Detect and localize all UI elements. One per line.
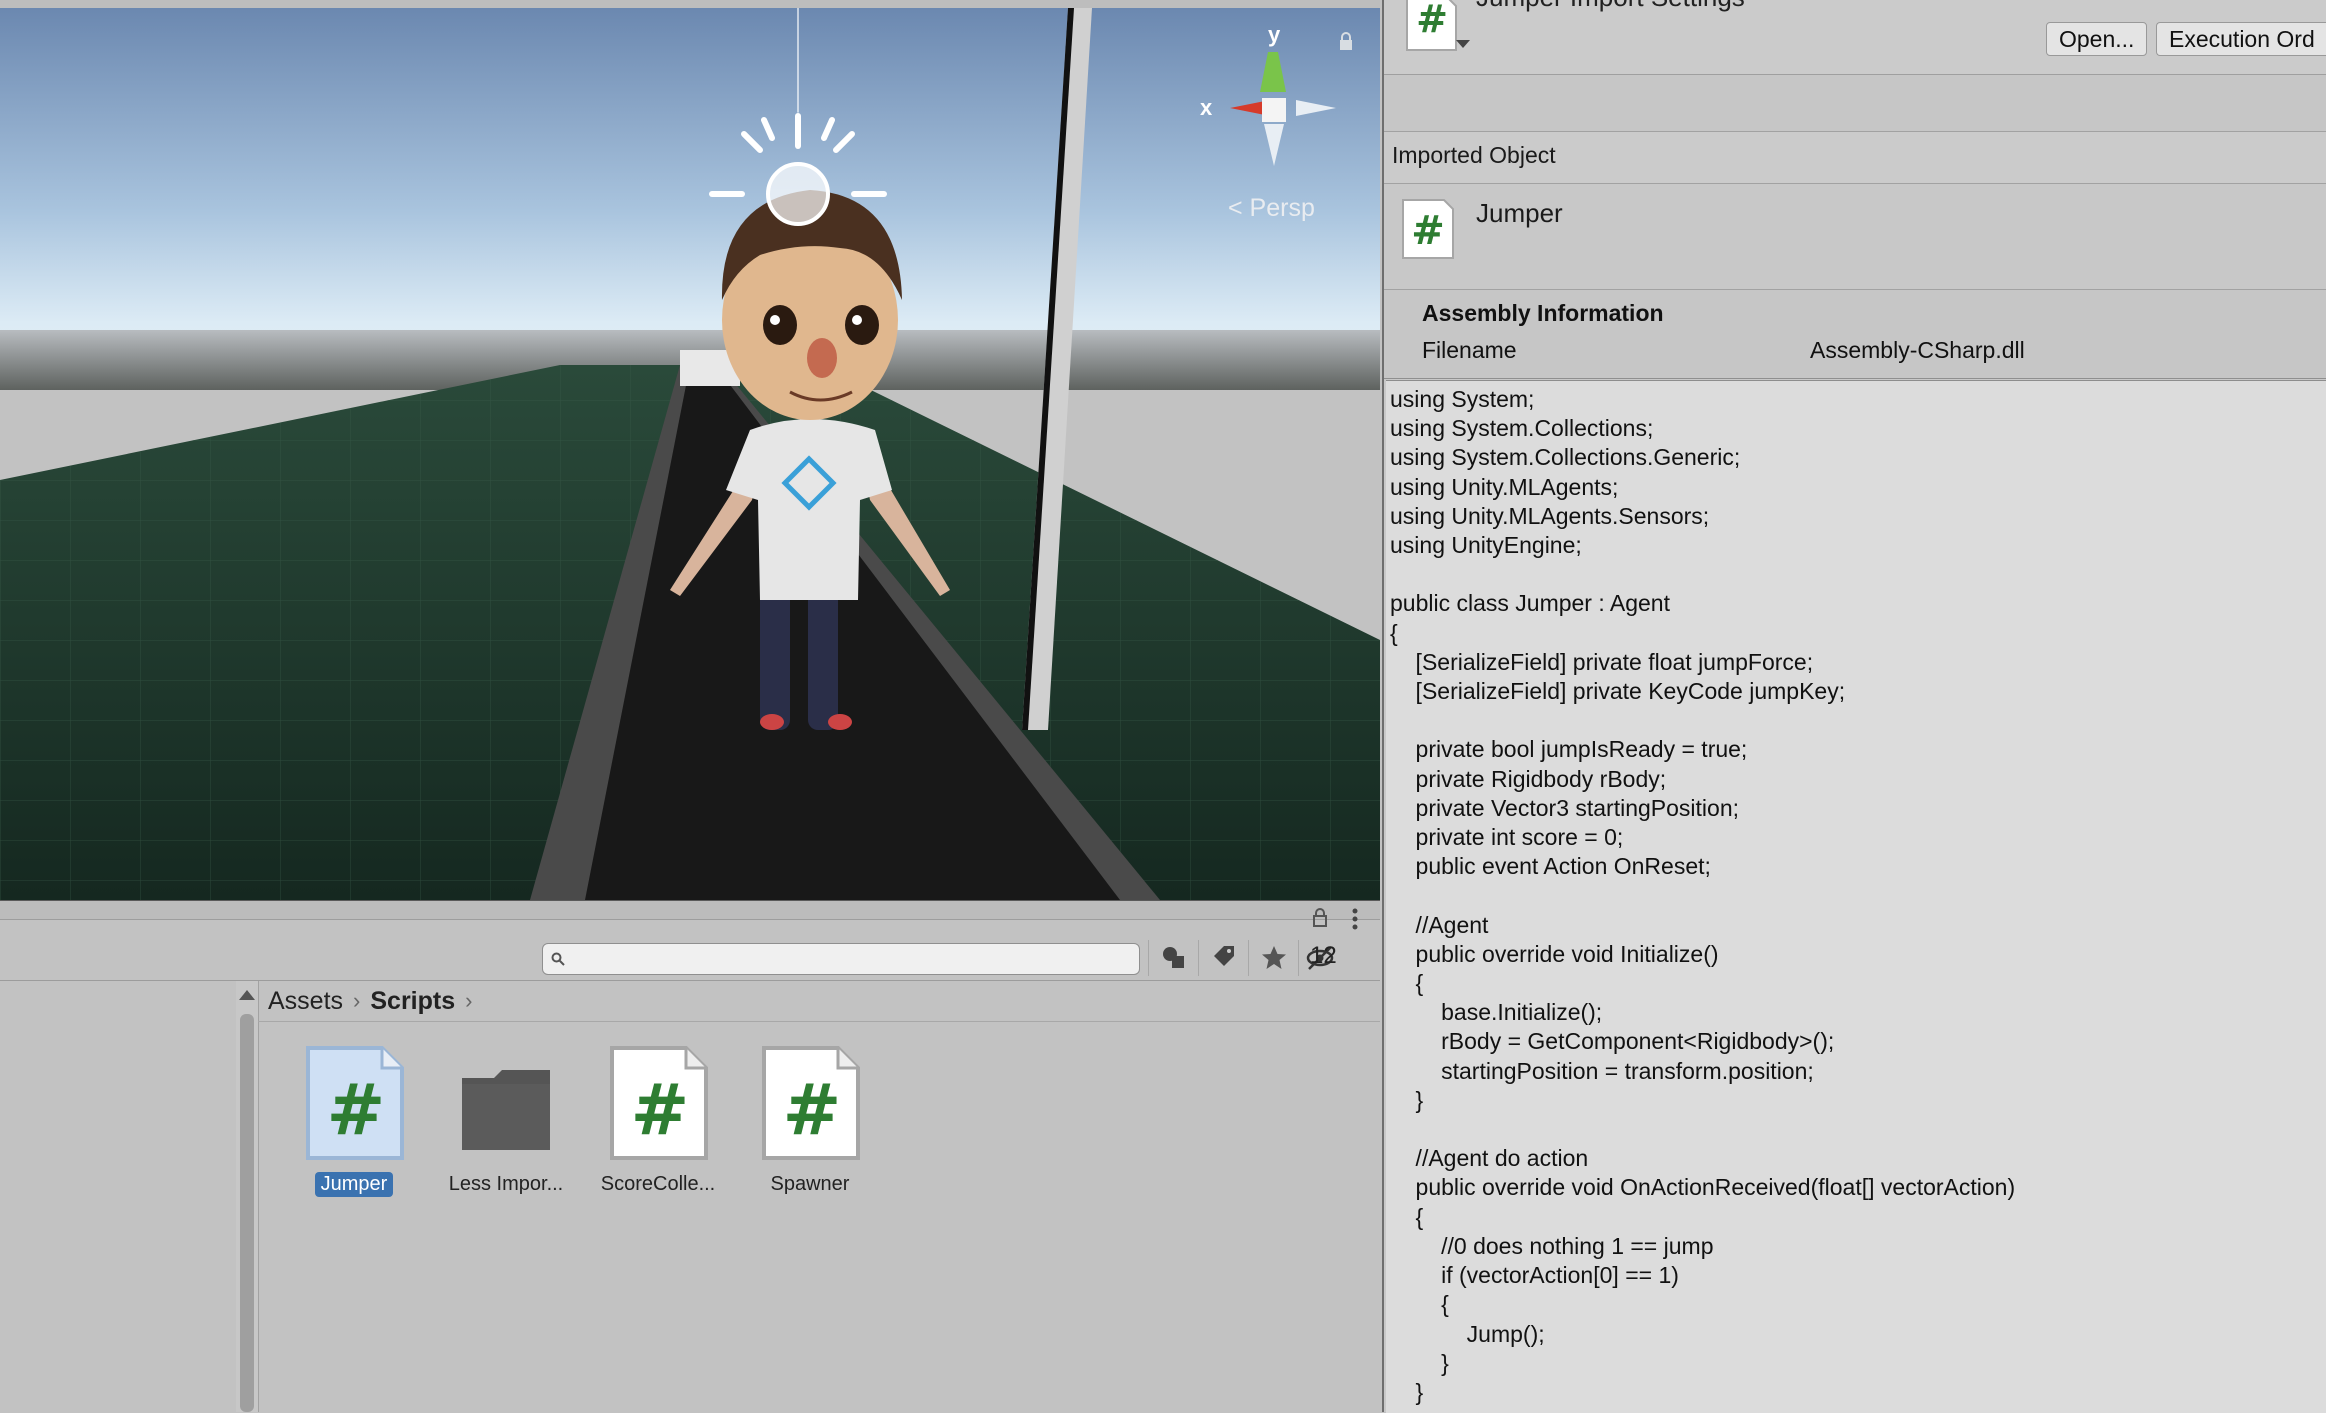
code-line: { xyxy=(1390,970,1424,997)
open-button[interactable]: Open... xyxy=(2046,22,2148,56)
code-line: using System; xyxy=(1390,386,1535,412)
filename-label: Filename xyxy=(1422,337,1517,363)
code-line: { xyxy=(1390,1291,1449,1318)
code-line: rBody = GetComponent<Rigidbody>(); xyxy=(1390,1028,1835,1055)
filter-by-label-button[interactable] xyxy=(1198,940,1249,976)
breadcrumb-assets[interactable]: Assets xyxy=(268,987,343,1016)
svg-text:#: # xyxy=(631,1069,690,1151)
code-line: } xyxy=(1390,1086,1424,1113)
inspector-title: Jumper Import Settings xyxy=(1476,0,1745,13)
lock-icon[interactable] xyxy=(1312,908,1328,928)
asset-label: Jumper xyxy=(314,1172,394,1197)
scene-view[interactable]: y x < Persp xyxy=(0,0,1380,901)
code-line: public class Jumper : Agent xyxy=(1390,590,1670,617)
asset-spawner[interactable]: # Spawner xyxy=(735,1044,885,1197)
code-line: //0 does nothing 1 == jump xyxy=(1390,1232,1714,1259)
imported-object-name: Jumper xyxy=(1476,198,1563,228)
code-line: Jump(); xyxy=(1390,1320,1545,1347)
code-line: using System.Collections.Generic; xyxy=(1390,444,1741,471)
code-line: if (vectorAction[0] == 1) xyxy=(1390,1262,1679,1289)
filename-value: Assembly-CSharp.dll xyxy=(1810,337,2025,363)
filter-by-type-button[interactable] xyxy=(1148,940,1199,976)
code-line: base.Initialize(); xyxy=(1390,999,1603,1026)
chevron-right-icon: › xyxy=(353,988,361,1013)
favorites-button[interactable] xyxy=(1248,940,1299,976)
dropdown-arrow-icon[interactable] xyxy=(1456,40,1470,50)
code-line: public override void Initialize() xyxy=(1390,940,1719,967)
code-line: using Unity.MLAgents.Sensors; xyxy=(1390,502,1710,529)
scroll-up-arrow-icon[interactable] xyxy=(239,990,255,1000)
svg-text:#: # xyxy=(1411,208,1445,254)
code-line: using UnityEngine; xyxy=(1390,532,1582,559)
star-icon xyxy=(1262,946,1286,969)
code-line: private int score = 0; xyxy=(1390,824,1624,851)
imported-object-label: Imported Object xyxy=(1392,142,1556,168)
inspector-spacer xyxy=(1384,75,2326,132)
projection-toggle[interactable]: < Persp xyxy=(1228,194,1315,223)
code-line: //Agent xyxy=(1390,911,1489,938)
code-line: } xyxy=(1390,1378,1424,1405)
tag-icon xyxy=(1214,946,1234,966)
chevron-right-icon[interactable]: › xyxy=(465,988,472,1014)
code-line: [SerializeField] private float jumpForce… xyxy=(1390,648,1814,675)
shapes-icon xyxy=(1163,947,1184,968)
asset-label: Less Impor... xyxy=(448,1173,564,1195)
hidden-packages-count: 12 xyxy=(1310,942,1337,969)
script-source-text: using System; using System.Collections; us… xyxy=(1390,385,2015,1407)
breadcrumb: Assets › Scripts › xyxy=(258,981,1380,1022)
gizmo-x-label: x xyxy=(1200,95,1213,120)
svg-text:#: # xyxy=(327,1069,386,1151)
code-line: } xyxy=(1390,1349,1449,1376)
folder-tree[interactable] xyxy=(0,981,237,1412)
csharp-script-icon: # xyxy=(1402,199,1454,259)
script-preview[interactable]: using System; using System.Collections; us… xyxy=(1386,380,2326,1413)
kebab-menu-icon[interactable] xyxy=(1350,908,1360,930)
code-line: private bool jumpIsReady = true; xyxy=(1390,736,1748,763)
csharp-script-icon: # xyxy=(758,1044,862,1162)
asset-jumper[interactable]: # Jumper xyxy=(279,1044,429,1197)
project-panel-header xyxy=(0,901,1380,920)
breadcrumb-scripts[interactable]: Scripts xyxy=(370,987,455,1016)
code-line: { xyxy=(1390,619,1398,646)
asset-label: Spawner xyxy=(770,1173,850,1195)
csharp-script-icon: # xyxy=(1406,0,1457,51)
csharp-script-icon: # xyxy=(302,1044,406,1162)
code-line: public event Action OnReset; xyxy=(1390,853,1711,880)
tree-scrollbar-thumb[interactable] xyxy=(240,1014,254,1412)
project-search-input[interactable] xyxy=(542,943,1140,975)
csharp-script-icon: # xyxy=(606,1044,710,1162)
assembly-info-title: Assembly Information xyxy=(1422,300,1664,326)
code-line: private Rigidbody rBody; xyxy=(1390,765,1667,792)
gizmo-y-label: y xyxy=(1268,22,1281,47)
code-line: using System.Collections; xyxy=(1390,415,1654,442)
code-line: { xyxy=(1390,1203,1424,1230)
svg-text:#: # xyxy=(783,1069,842,1151)
code-line: //Agent do action xyxy=(1390,1145,1589,1172)
lock-icon[interactable] xyxy=(1338,32,1354,52)
scene-viewport[interactable] xyxy=(0,8,1380,900)
search-icon xyxy=(551,952,565,966)
svg-text:#: # xyxy=(1416,0,1448,41)
code-line: using Unity.MLAgents; xyxy=(1390,473,1619,500)
asset-less-important-folder[interactable]: Less Impor... xyxy=(431,1044,581,1197)
asset-label: ScoreColle... xyxy=(600,1173,716,1195)
code-line: [SerializeField] private KeyCode jumpKey… xyxy=(1390,678,1846,705)
folder-icon xyxy=(454,1044,558,1162)
asset-scorecollector[interactable]: # ScoreColle... xyxy=(583,1044,733,1197)
sky xyxy=(0,8,1380,378)
code-line: public override void OnActionReceived(fl… xyxy=(1390,1174,2016,1201)
code-line: startingPosition = transform.position; xyxy=(1390,1057,1814,1084)
code-line: private Vector3 startingPosition; xyxy=(1390,794,1740,821)
execution-order-button[interactable]: Execution Ord xyxy=(2156,22,2326,56)
